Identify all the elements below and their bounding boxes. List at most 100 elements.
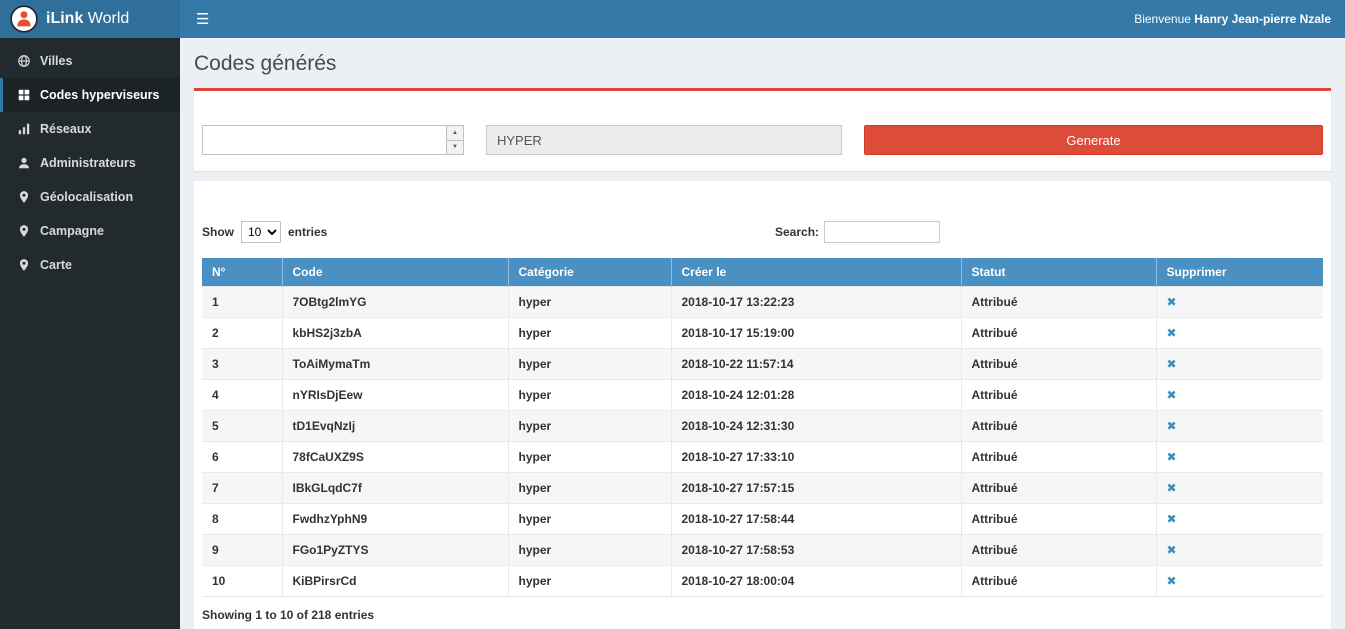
sidebar-item-campagne[interactable]: Campagne xyxy=(0,214,180,248)
sidebar-item-codes-hyperviseurs[interactable]: Codes hyperviseurs xyxy=(0,78,180,112)
delete-icon[interactable]: ✖ xyxy=(1167,543,1177,557)
cell-created: 2018-10-27 18:00:04 xyxy=(671,566,961,597)
cell-category: hyper xyxy=(508,411,671,442)
cell-category: hyper xyxy=(508,473,671,504)
sidebar-item-label: Villes xyxy=(40,54,72,68)
page-length-select[interactable]: 10 xyxy=(241,221,281,243)
signal-icon xyxy=(17,122,31,136)
cell-status: Attribué xyxy=(961,287,1156,318)
sidebar-item-label: Administrateurs xyxy=(40,156,136,170)
entries-label: entries xyxy=(288,225,327,239)
cell-num: 4 xyxy=(202,380,282,411)
cell-category: hyper xyxy=(508,504,671,535)
sidebar-item-label: Codes hyperviseurs xyxy=(40,88,160,102)
column-header[interactable]: Statut xyxy=(961,258,1156,287)
menu-toggle-icon[interactable]: ☰ xyxy=(196,12,209,27)
page-length-control: Show 10 entries xyxy=(202,221,1323,243)
sidebar-menu: Villes Codes hyperviseurs Réseaux Administr… xyxy=(0,44,180,282)
cell-status: Attribué xyxy=(961,380,1156,411)
cell-delete: ✖ xyxy=(1156,535,1323,566)
column-header[interactable]: Catégorie xyxy=(508,258,671,287)
delete-icon[interactable]: ✖ xyxy=(1167,419,1177,433)
cell-num: 7 xyxy=(202,473,282,504)
cell-status: Attribué xyxy=(961,504,1156,535)
cell-created: 2018-10-27 17:58:53 xyxy=(671,535,961,566)
table-row: 4nYRIsDjEewhyper2018-10-24 12:01:28Attri… xyxy=(202,380,1323,411)
cell-delete: ✖ xyxy=(1156,442,1323,473)
cell-created: 2018-10-17 15:19:00 xyxy=(671,318,961,349)
cell-category: hyper xyxy=(508,318,671,349)
sidebar-item-reseaux[interactable]: Réseaux xyxy=(0,112,180,146)
sidebar-item-label: Campagne xyxy=(40,224,104,238)
table-info: Showing 1 to 10 of 218 entries xyxy=(202,608,1323,622)
delete-icon[interactable]: ✖ xyxy=(1167,512,1177,526)
cell-status: Attribué xyxy=(961,473,1156,504)
search-label: Search: xyxy=(775,225,819,239)
delete-icon[interactable]: ✖ xyxy=(1167,574,1177,588)
generate-form-card: ▲ ▼ Generate xyxy=(194,88,1331,171)
sidebar-item-geolocalisation[interactable]: Géolocalisation xyxy=(0,180,180,214)
delete-icon[interactable]: ✖ xyxy=(1167,357,1177,371)
cell-num: 10 xyxy=(202,566,282,597)
cell-status: Attribué xyxy=(961,566,1156,597)
table-row: 3ToAiMymaTmhyper2018-10-22 11:57:14Attri… xyxy=(202,349,1323,380)
cell-delete: ✖ xyxy=(1156,318,1323,349)
search-input[interactable] xyxy=(824,221,940,243)
category-field[interactable] xyxy=(486,125,842,155)
spinner-up-icon[interactable]: ▲ xyxy=(447,126,463,141)
table-header-row: N°CodeCatégorieCréer leStatutSupprimer xyxy=(202,258,1323,287)
column-header[interactable]: Supprimer xyxy=(1156,258,1323,287)
delete-icon[interactable]: ✖ xyxy=(1167,450,1177,464)
cell-delete: ✖ xyxy=(1156,504,1323,535)
cell-num: 2 xyxy=(202,318,282,349)
cell-status: Attribué xyxy=(961,349,1156,380)
spinner-down-icon[interactable]: ▼ xyxy=(447,141,463,155)
cell-code: FwdhzYphN9 xyxy=(282,504,508,535)
cell-status: Attribué xyxy=(961,411,1156,442)
sidebar-item-label: Géolocalisation xyxy=(40,190,133,204)
topbar: ☰ Bienvenue Hanry Jean-pierre Nzale xyxy=(180,0,1345,38)
cell-created: 2018-10-17 13:22:23 xyxy=(671,287,961,318)
delete-icon[interactable]: ✖ xyxy=(1167,481,1177,495)
quantity-stepper[interactable]: ▲ ▼ xyxy=(202,125,464,155)
app-logo[interactable]: iLink World xyxy=(0,0,180,38)
column-header[interactable]: N° xyxy=(202,258,282,287)
cell-code: 7OBtg2lmYG xyxy=(282,287,508,318)
delete-icon[interactable]: ✖ xyxy=(1167,326,1177,340)
sidebar-item-carte[interactable]: Carte xyxy=(0,248,180,282)
cell-code: kbHS2j3zbA xyxy=(282,318,508,349)
sidebar-item-villes[interactable]: Villes xyxy=(0,44,180,78)
cell-num: 8 xyxy=(202,504,282,535)
cell-category: hyper xyxy=(508,442,671,473)
delete-icon[interactable]: ✖ xyxy=(1167,295,1177,309)
column-header[interactable]: Code xyxy=(282,258,508,287)
table-row: 9FGo1PyZTYShyper2018-10-27 17:58:53Attri… xyxy=(202,535,1323,566)
cell-delete: ✖ xyxy=(1156,349,1323,380)
generate-button[interactable]: Generate xyxy=(864,125,1323,155)
spinner-control[interactable]: ▲ ▼ xyxy=(446,126,463,154)
table-row: 5tD1EvqNzIjhyper2018-10-24 12:31:30Attri… xyxy=(202,411,1323,442)
table-row: 17OBtg2lmYGhyper2018-10-17 13:22:23Attri… xyxy=(202,287,1323,318)
cell-status: Attribué xyxy=(961,318,1156,349)
cell-code: FGo1PyZTYS xyxy=(282,535,508,566)
cell-code: IBkGLqdC7f xyxy=(282,473,508,504)
table-row: 7IBkGLqdC7fhyper2018-10-27 17:57:15Attri… xyxy=(202,473,1323,504)
cell-created: 2018-10-27 17:58:44 xyxy=(671,504,961,535)
main-content: Codes générés ▲ ▼ Generate Show 10 entri… xyxy=(180,38,1345,629)
pin-icon xyxy=(17,258,31,272)
quantity-input[interactable] xyxy=(203,126,446,154)
cell-code: nYRIsDjEew xyxy=(282,380,508,411)
cell-num: 1 xyxy=(202,287,282,318)
cell-code: tD1EvqNzIj xyxy=(282,411,508,442)
codes-table: N°CodeCatégorieCréer leStatutSupprimer 1… xyxy=(202,258,1323,597)
cell-delete: ✖ xyxy=(1156,380,1323,411)
cell-delete: ✖ xyxy=(1156,411,1323,442)
sidebar-item-administrateurs[interactable]: Administrateurs xyxy=(0,146,180,180)
page-title: Codes générés xyxy=(194,51,1331,77)
cell-category: hyper xyxy=(508,566,671,597)
cell-category: hyper xyxy=(508,535,671,566)
delete-icon[interactable]: ✖ xyxy=(1167,388,1177,402)
table-row: 2kbHS2j3zbAhyper2018-10-17 15:19:00Attri… xyxy=(202,318,1323,349)
column-header[interactable]: Créer le xyxy=(671,258,961,287)
search-control: Search: xyxy=(775,221,940,243)
